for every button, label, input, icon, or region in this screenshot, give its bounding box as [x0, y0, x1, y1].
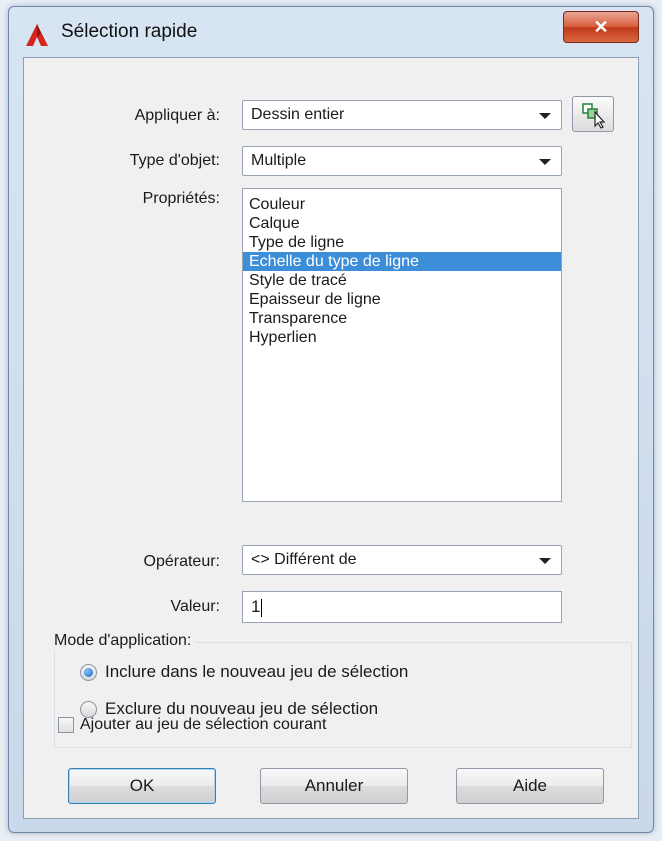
close-button[interactable]: ✕: [563, 11, 639, 43]
value-input[interactable]: 1: [242, 591, 562, 623]
dialog-body: Appliquer à: Dessin entier Type d'objet:…: [23, 57, 639, 819]
list-item[interactable]: Style de tracé: [243, 271, 561, 290]
list-item-selected[interactable]: Echelle du type de ligne: [243, 252, 561, 271]
include-radio-option[interactable]: Inclure dans le nouveau jeu de sélection: [80, 662, 408, 682]
cancel-button[interactable]: Annuler: [260, 768, 408, 804]
apply-to-dropdown[interactable]: Dessin entier: [242, 100, 562, 130]
object-type-label: Type d'objet:: [129, 152, 220, 169]
radio-checked-icon[interactable]: [80, 663, 97, 681]
title-bar[interactable]: Sélection rapide ✕: [9, 7, 653, 57]
list-item[interactable]: Hyperlien: [243, 328, 561, 347]
quick-select-dialog: Sélection rapide ✕ Appliquer à: Dessin e…: [8, 6, 654, 833]
list-item[interactable]: Calque: [243, 214, 561, 233]
apply-to-value: Dessin entier: [251, 106, 345, 123]
text-caret: [261, 598, 263, 617]
application-mode-title: Mode d'application:: [54, 632, 196, 650]
select-objects-icon: [582, 103, 606, 129]
help-button[interactable]: Aide: [456, 768, 604, 804]
append-checkbox-label: Ajouter au jeu de sélection courant: [80, 716, 327, 733]
radio-unchecked-icon[interactable]: [80, 700, 97, 718]
window-title: Sélection rapide: [61, 21, 198, 42]
properties-listbox[interactable]: Couleur Calque Type de ligne Echelle du …: [242, 188, 562, 502]
chevron-down-icon: [539, 113, 551, 119]
object-type-value: Multiple: [251, 152, 307, 169]
append-checkbox-option[interactable]: Ajouter au jeu de sélection courant: [58, 716, 326, 734]
value-label: Valeur:: [170, 598, 220, 615]
operator-dropdown[interactable]: <> Différent de: [242, 545, 562, 575]
select-objects-button[interactable]: [572, 96, 614, 132]
list-item[interactable]: Type de ligne: [243, 233, 561, 252]
object-type-dropdown[interactable]: Multiple: [242, 146, 562, 176]
list-item[interactable]: Epaisseur de ligne: [243, 290, 561, 309]
ok-button[interactable]: OK: [68, 768, 216, 804]
close-icon: ✕: [593, 16, 609, 37]
list-item[interactable]: Couleur: [243, 195, 561, 214]
properties-label: Propriétés:: [142, 190, 220, 207]
chevron-down-icon: [539, 159, 551, 165]
include-radio-label: Inclure dans le nouveau jeu de sélection: [105, 662, 409, 681]
value-text: 1: [251, 597, 261, 616]
operator-label: Opérateur:: [143, 553, 220, 570]
apply-to-label: Appliquer à:: [134, 107, 220, 124]
append-checkbox[interactable]: [58, 717, 74, 733]
list-item[interactable]: Transparence: [243, 309, 561, 328]
operator-value: <> Différent de: [251, 551, 357, 568]
autocad-logo-icon: [26, 24, 48, 46]
chevron-down-icon: [539, 558, 551, 564]
